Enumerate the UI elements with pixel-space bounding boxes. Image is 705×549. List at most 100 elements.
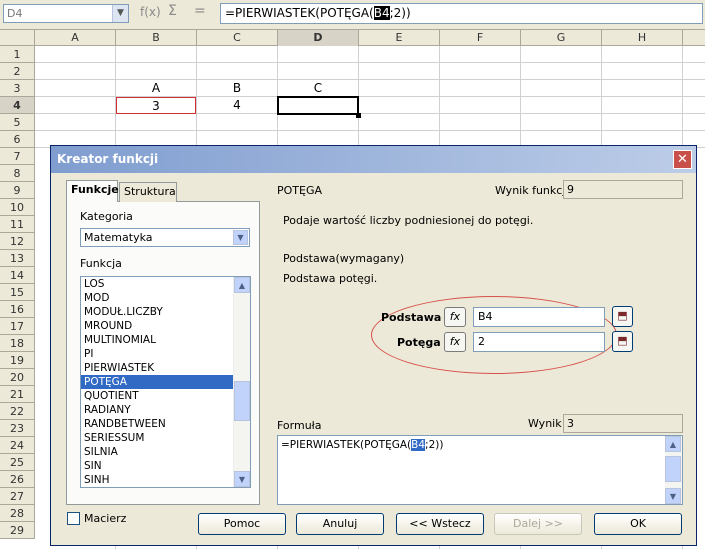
select-all-corner[interactable] <box>0 30 35 46</box>
sum-icon[interactable]: Σ <box>168 3 177 19</box>
row-header[interactable]: 15 <box>0 284 35 301</box>
scroll-thumb[interactable] <box>665 456 681 482</box>
formula-input[interactable]: =PIERWIASTEK(POTĘGA(B4;2)) <box>220 3 703 24</box>
category-select[interactable]: Matematyka ▼ <box>80 228 250 247</box>
tab-funkcje[interactable]: Funkcje <box>66 180 119 202</box>
list-item[interactable]: SERIESSUM <box>81 431 250 445</box>
list-item[interactable]: MROUND <box>81 319 250 333</box>
function-wizard-icon[interactable]: f(x) <box>140 5 161 19</box>
column-header[interactable]: F <box>440 30 521 46</box>
help-button[interactable]: Pomoc <box>198 513 286 535</box>
column-header[interactable]: C <box>197 30 278 46</box>
fill-handle[interactable] <box>356 113 361 118</box>
row-header[interactable]: 18 <box>0 335 35 352</box>
column-header-selected[interactable]: D <box>278 30 359 46</box>
list-scrollbar[interactable]: ▲ ▼ <box>233 277 250 487</box>
shrink-icon[interactable]: ⬒ <box>612 331 633 352</box>
row-header[interactable]: 6 <box>0 131 35 148</box>
list-item[interactable]: MOD <box>81 291 250 305</box>
column-header[interactable]: E <box>359 30 440 46</box>
row-header[interactable]: 7 <box>0 148 35 165</box>
row-header[interactable]: 12 <box>0 233 35 250</box>
formula-scrollbar[interactable]: ▲ ▼ <box>665 436 682 504</box>
fx-icon[interactable]: fx <box>444 307 466 327</box>
equals-icon[interactable]: = <box>194 3 206 19</box>
list-item[interactable]: LOS <box>81 277 250 291</box>
matrix-checkbox[interactable] <box>67 512 80 525</box>
next-button[interactable]: Dalej >> <box>494 513 582 535</box>
formula-ref-highlight: B4 <box>373 6 390 20</box>
cell-b4[interactable]: 3 <box>116 97 196 114</box>
row-header[interactable]: 3 <box>0 80 35 97</box>
list-item[interactable]: QUOTIENT <box>81 389 250 403</box>
column-header[interactable]: H <box>602 30 683 46</box>
column-header[interactable]: B <box>116 30 197 46</box>
row-header[interactable]: 10 <box>0 199 35 216</box>
row-header[interactable]: 28 <box>0 505 35 522</box>
scroll-thumb[interactable] <box>234 381 250 421</box>
row-header[interactable]: 19 <box>0 352 35 369</box>
function-list[interactable]: LOS MOD MODUŁ.LICZBY MROUND MULTINOMIAL … <box>80 276 251 488</box>
list-item[interactable]: PI <box>81 347 250 361</box>
wynik-value: 3 <box>563 414 683 433</box>
row-header[interactable]: 14 <box>0 267 35 284</box>
row-header[interactable]: 1 <box>0 46 35 63</box>
active-cell-d4[interactable] <box>277 96 359 115</box>
scroll-up-icon[interactable]: ▲ <box>234 277 250 293</box>
formula-textarea[interactable]: =PIERWIASTEK(POTĘGA(B4;2)) ▲ ▼ <box>277 435 683 505</box>
close-icon[interactable]: ✕ <box>673 150 692 169</box>
row-header[interactable]: 5 <box>0 114 35 131</box>
back-button[interactable]: << Wstecz <box>396 513 484 535</box>
row-header[interactable]: 27 <box>0 488 35 505</box>
row-header[interactable]: 26 <box>0 471 35 488</box>
row-header[interactable]: 13 <box>0 250 35 267</box>
row-header[interactable]: 16 <box>0 301 35 318</box>
row-header[interactable]: 8 <box>0 165 35 182</box>
list-item[interactable]: SINH <box>81 473 250 487</box>
list-item[interactable]: RADIANY <box>81 403 250 417</box>
column-header[interactable]: G <box>521 30 602 46</box>
ok-button[interactable]: OK <box>594 513 682 535</box>
chevron-down-icon[interactable]: ▼ <box>112 5 128 22</box>
row-header[interactable]: 22 <box>0 403 35 420</box>
shrink-icon[interactable]: ⬒ <box>612 306 633 327</box>
arg-label-potega: Potęga <box>397 336 441 349</box>
column-header[interactable]: A <box>35 30 116 46</box>
fx-icon[interactable]: fx <box>444 332 466 352</box>
cell-d3[interactable]: C <box>278 80 358 96</box>
row-header[interactable]: 21 <box>0 386 35 403</box>
chevron-down-icon[interactable]: ▼ <box>233 230 248 245</box>
formula-toolbar: D4 ▼ f(x) Σ = =PIERWIASTEK(POTĘGA(B4;2)) <box>0 0 705 30</box>
podstawa-input[interactable]: B4 <box>473 307 605 327</box>
name-box[interactable]: D4 ▼ <box>3 4 129 23</box>
cell-b3[interactable]: A <box>116 80 196 96</box>
row-header[interactable]: 23 <box>0 420 35 437</box>
formula-text-pre: =PIERWIASTEK(POTĘGA( <box>281 439 412 451</box>
row-header[interactable]: 2 <box>0 63 35 80</box>
row-header[interactable]: 24 <box>0 437 35 454</box>
list-item[interactable]: PIERWIASTEK <box>81 361 250 375</box>
list-item[interactable]: SIN <box>81 459 250 473</box>
row-header-selected[interactable]: 4 <box>0 97 35 114</box>
cell-c3[interactable]: B <box>197 80 277 96</box>
list-item[interactable]: RANDBETWEEN <box>81 417 250 431</box>
row-header[interactable]: 17 <box>0 318 35 335</box>
tab-struktura[interactable]: Struktura <box>119 182 177 202</box>
cancel-button[interactable]: Anuluj <box>296 513 384 535</box>
list-item[interactable]: MULTINOMIAL <box>81 333 250 347</box>
wynik-label: Wynik <box>528 417 562 430</box>
list-item[interactable]: MODUŁ.LICZBY <box>81 305 250 319</box>
row-header[interactable]: 25 <box>0 454 35 471</box>
scroll-down-icon[interactable]: ▼ <box>665 488 681 504</box>
scroll-down-icon[interactable]: ▼ <box>234 471 250 487</box>
row-header[interactable]: 11 <box>0 216 35 233</box>
row-header[interactable]: 20 <box>0 369 35 386</box>
list-item-selected[interactable]: POTĘGA <box>81 375 250 389</box>
scroll-up-icon[interactable]: ▲ <box>665 436 681 452</box>
function-label: Funkcja <box>80 257 122 270</box>
cell-c4[interactable]: 4 <box>197 97 277 113</box>
list-item[interactable]: SILNIA <box>81 445 250 459</box>
row-header[interactable]: 29 <box>0 522 35 539</box>
row-header[interactable]: 9 <box>0 182 35 199</box>
potega-input[interactable]: 2 <box>473 332 605 352</box>
